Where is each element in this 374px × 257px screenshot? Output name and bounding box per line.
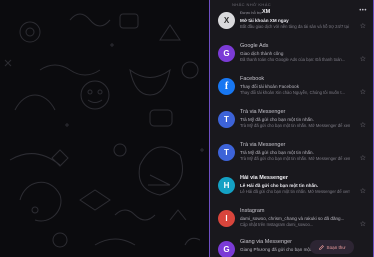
message-snippet: Đã thanh toán cho Google Ads của bạn: Đã… [240, 57, 346, 62]
sender-name: Hải via Messenger [240, 175, 288, 181]
pencil-icon [318, 244, 324, 250]
message-snippet: Cập nhật trên Instagram dami_sowoo... [240, 222, 314, 227]
star-icon[interactable]: ☆ [360, 154, 366, 162]
sender-name: XM [262, 9, 271, 15]
star-icon[interactable]: ☆ [360, 121, 366, 129]
sponsored-tag: Được hỗ trợ [240, 10, 262, 15]
avatar: I [218, 210, 235, 227]
message-subject: Trà Mỹ đã gửi cho bạn một tin nhắn. [240, 117, 314, 122]
message-row[interactable]: G Google Ads Giao dịch thành công Đã tha… [210, 40, 373, 71]
star-icon[interactable]: ☆ [360, 220, 366, 228]
message-row[interactable]: T Trà via Messenger Trà Mỹ đã gửi cho bạ… [210, 139, 373, 170]
inbox-panel: NHẮC NHỞ KHÁC X Được hỗ trợ XM ••• Mở tà… [209, 0, 374, 257]
message-snippet: Trà Mỹ đã gửi cho bạn một tin nhắn. Mở M… [240, 123, 350, 128]
message-row[interactable]: T Trà via Messenger Trà Mỹ đã gửi cho bạ… [210, 106, 373, 137]
sender-name: Instagram [240, 208, 265, 214]
message-row[interactable]: H Hải via Messenger Lê Hải đã gửi cho bạ… [210, 172, 373, 203]
sender-name: Google Ads [240, 43, 269, 49]
message-row[interactable]: f Facebook Thay đổi tài khoản Facebook T… [210, 73, 373, 104]
message-snippet: Lê Hải đã gửi cho bạn một tin nhắn. Mở M… [240, 189, 350, 194]
screen: NHẮC NHỞ KHÁC X Được hỗ trợ XM ••• Mở tà… [0, 0, 374, 257]
message-row[interactable]: I Instagram dami_sowoo, chrism_chang và … [210, 205, 373, 236]
star-icon[interactable]: ☆ [360, 88, 366, 96]
avatar: G [218, 45, 235, 62]
avatar: G [218, 241, 235, 257]
compose-button[interactable]: Soạn thư [310, 240, 354, 254]
message-snippet: Trà Mỹ đã gửi cho bạn một tin nhắn. Mở M… [240, 156, 350, 161]
more-dots-icon[interactable]: ••• [359, 8, 367, 14]
message-snippet: Thay đổi tài khoản Xin chào Nguyễn, Chún… [240, 90, 345, 95]
message-subject: dami_sowoo, chrism_chang và rakuki so đã… [240, 216, 345, 221]
star-icon[interactable]: ☆ [360, 55, 366, 63]
message-subject: Trà Mỹ đã gửi cho bạn một tin nhắn. [240, 150, 314, 155]
sender-name: Facebook [240, 76, 265, 82]
message-subject: Giao dịch thành công [240, 51, 284, 56]
sender-name: Giang via Messenger [240, 239, 292, 245]
message-subject: Thay đổi tài khoản Facebook [240, 84, 299, 89]
message-row[interactable]: X Được hỗ trợ XM ••• Mở tài khoản XM nga… [210, 7, 373, 38]
avatar: T [218, 144, 235, 161]
star-icon[interactable]: ☆ [360, 22, 366, 30]
avatar: T [218, 111, 235, 128]
sender-name: Trà via Messenger [240, 109, 286, 115]
avatar: X [218, 12, 235, 29]
message-snippet: Bắt đầu giao dịch với nền tảng đa tài sả… [240, 24, 350, 29]
sender-name: Trà via Messenger [240, 142, 286, 148]
avatar: H [218, 177, 235, 194]
message-subject: Mở tài khoản XM ngay [240, 18, 289, 23]
star-icon[interactable]: ☆ [360, 187, 366, 195]
avatar: f [218, 78, 235, 95]
compose-label: Soạn thư [326, 244, 346, 250]
message-subject: Lê Hải đã gửi cho bạn một tin nhắn. [240, 183, 319, 188]
